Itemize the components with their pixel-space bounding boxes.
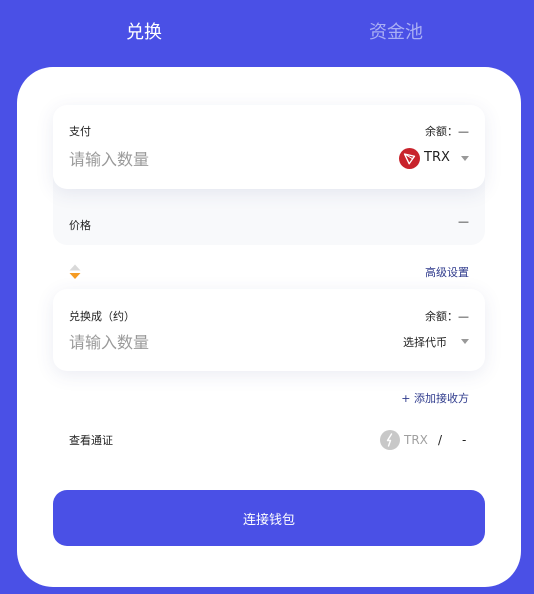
pay-amount-input[interactable] <box>69 147 309 171</box>
pay-balance-label: 余额： <box>425 125 458 138</box>
receive-label: 兑换成（约） <box>69 310 135 323</box>
pass-value: - <box>462 433 467 447</box>
receive-token-select[interactable]: 选择代币 <box>403 331 475 353</box>
chevron-down-icon <box>461 339 469 344</box>
add-recipient-link[interactable]: + 添加接收方 <box>401 390 469 406</box>
chevron-down-icon <box>461 156 469 161</box>
pay-token-select[interactable]: TRX <box>399 147 475 171</box>
swap-card: 支付 余额：— TRX 价格 — 高级设置 兑换成（约） <box>17 67 521 587</box>
pay-label: 支付 <box>69 125 91 138</box>
receive-balance: 余额：— <box>425 308 469 324</box>
receive-token-select-label: 选择代币 <box>403 336 447 349</box>
pay-balance-value: — <box>458 125 469 138</box>
pay-token-name: TRX <box>424 150 450 165</box>
pass-separator: / <box>438 433 443 447</box>
top-tabs: 兑换 资金池 <box>0 0 534 60</box>
pay-balance: 余额：— <box>425 123 469 139</box>
price-value: — <box>458 215 469 228</box>
receive-panel: 兑换成（约） 余额：— 选择代币 <box>53 289 485 371</box>
view-pass-label: 查看通证 <box>69 434 113 447</box>
pay-panel: 支付 余额：— TRX <box>53 105 485 189</box>
tab-pool[interactable]: 资金池 <box>369 18 423 44</box>
trx-logo-icon <box>399 148 420 169</box>
receive-balance-label: 余额： <box>425 310 458 323</box>
advanced-settings-link[interactable]: 高级设置 <box>425 264 469 280</box>
receive-balance-value: — <box>458 310 469 323</box>
tab-swap[interactable]: 兑换 <box>126 18 162 44</box>
swap-direction-icon[interactable] <box>69 264 81 280</box>
grey-coin-icon <box>380 430 400 450</box>
price-label: 价格 <box>69 219 91 232</box>
connect-wallet-button[interactable]: 连接钱包 <box>53 490 485 546</box>
pass-token-name: TRX <box>404 433 428 447</box>
receive-amount-input[interactable] <box>69 330 309 354</box>
